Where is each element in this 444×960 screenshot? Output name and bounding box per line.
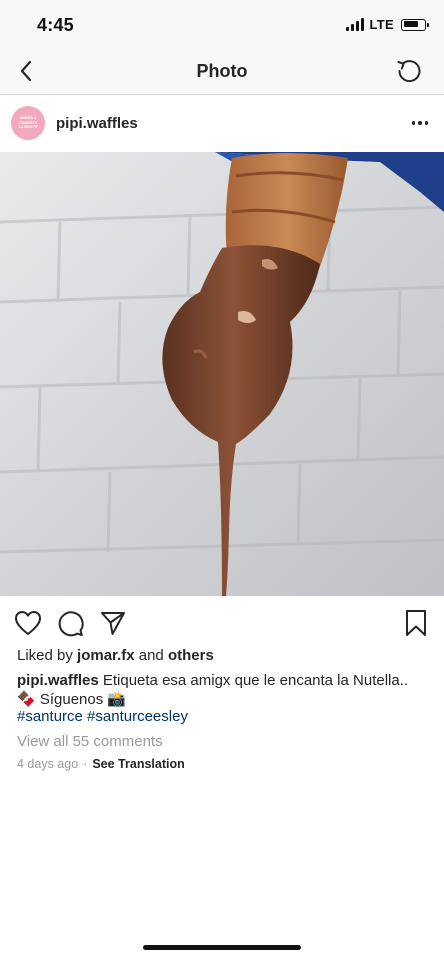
see-translation-link[interactable]: See Translation [92,757,184,771]
more-options-button[interactable] [410,113,430,133]
photo-illustration [0,152,444,596]
liked-by-user-link[interactable]: jomar.fx [77,647,135,664]
view-all-comments-link[interactable]: View all 55 comments [17,733,163,750]
avatar-text-3: LA MENTE [18,125,38,130]
bookmark-icon [406,610,426,636]
like-button[interactable] [13,608,43,638]
status-time: 4:45 [37,15,74,35]
post-actions [0,604,444,640]
caption-text: Etiqueta esa amigx que le encanta la Nut… [102,672,409,689]
cellular-signal-icon [345,18,364,31]
comment-button[interactable] [55,608,85,638]
battery-level [403,21,418,27]
meta-separator: · [83,757,88,771]
refresh-icon [397,60,421,83]
post-username[interactable]: pipi.waffles [56,115,138,132]
avatar[interactable]: VAMOS A COMERTE LA MENTE [11,106,45,140]
status-indicators: LTE [345,17,429,32]
hashtag-santurceesley[interactable]: #santurceesley [87,708,188,725]
comment-icon [58,611,84,637]
caption-line-2: 🍫 Síguenos 📸 [17,691,127,708]
refresh-button[interactable] [394,56,424,86]
post-timestamp: 4 days ago [17,757,79,771]
nav-bar: Photo [0,48,444,95]
post-header: VAMOS A COMERTE LA MENTE pipi.waffles [0,96,444,152]
share-button[interactable] [98,608,128,638]
caption-username[interactable]: pipi.waffles [17,672,99,689]
caption-hashtags: #santurce #santurceesley [17,708,188,725]
battery-icon [401,18,429,31]
send-icon [101,612,125,635]
page-title: Photo [196,61,248,81]
hashtag-santurce[interactable]: #santurce [17,708,83,725]
post-caption: pipi.waffles Etiqueta esa amigx que le e… [17,671,431,709]
likes-prefix: Liked by [17,647,73,664]
save-button[interactable] [401,608,431,638]
status-bar: 4:45 LTE [0,0,444,48]
home-indicator[interactable] [143,945,301,950]
network-type: LTE [369,17,394,32]
heart-icon [15,611,41,635]
post-photo[interactable] [0,152,444,596]
likes-summary: Liked by jomar.fx and others [17,647,214,664]
more-horizontal-icon [411,121,416,125]
likes-others-link[interactable]: others [168,647,214,664]
likes-and: and [138,647,164,664]
post-meta: 4 days ago · See Translation [17,757,185,771]
